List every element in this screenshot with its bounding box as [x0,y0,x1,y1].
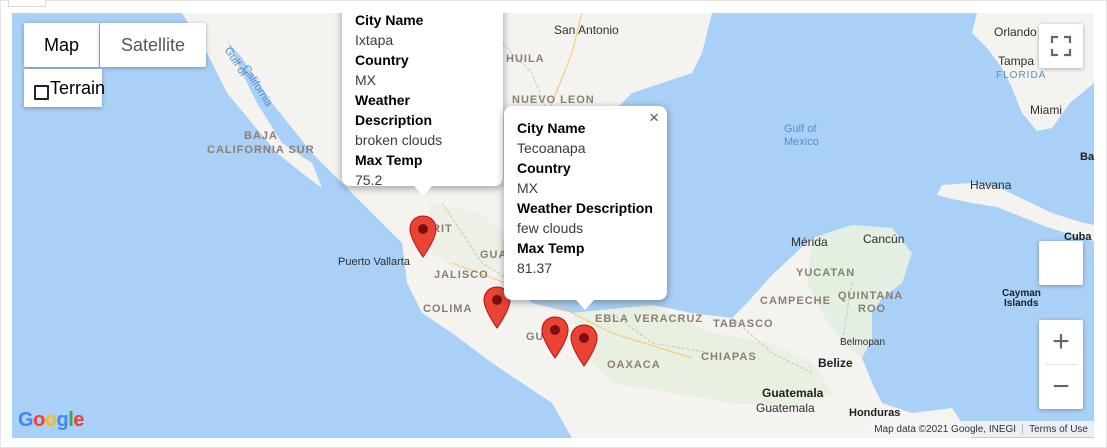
popup-temp-label: Max Temp [517,240,585,256]
label-puebla: EBLA [595,313,629,325]
terrain-checkbox[interactable] [34,85,49,100]
popup-temp-label: Max Temp [355,152,423,168]
label-puerto-vallarta: Puerto Vallarta [338,256,410,268]
fullscreen-icon [1050,35,1072,57]
label-orlando: Orlando [994,25,1037,39]
label-belize: Belize [818,356,853,370]
info-window-tecoanapa: × City Name Tecoanapa Country MX Weather… [504,106,667,310]
fullscreen-button[interactable] [1039,24,1083,68]
label-cancun: Cancún [863,232,905,246]
map-data-attribution: Map data ©2021 Google, INEGI [874,423,1017,435]
label-roo: ROO [858,303,887,315]
label-havana: Havana [970,178,1012,192]
label-san-antonio: San Antonio [554,23,619,37]
label-nuevo-leon: NUEVO LEON [512,94,595,106]
label-guatemala-city: Guatemala [756,401,815,415]
label-gulf-of-mexico-1: Gulf of [784,123,817,135]
label-miami: Miami [1030,103,1062,117]
street-view-button[interactable] [1039,241,1083,285]
map-pin-icon[interactable] [541,316,569,359]
label-belmopan: Belmopan [840,337,886,348]
label-colima: COLIMA [423,303,473,315]
popup-country-value: MX [355,72,376,88]
label-campeche: CAMPECHE [760,295,831,307]
label-merida: Mérida [791,235,828,249]
label-oaxaca: OAXACA [607,359,661,371]
label-guatemala-country: Guatemala [762,386,824,400]
label-baja: BAJA [244,130,278,142]
label-quintana: QUINTANA [838,290,904,302]
zoom-out-icon[interactable]: − [1039,365,1083,409]
top-stub [8,0,46,7]
label-bahamas: Bal [1080,151,1094,163]
terrain-label: Terrain [50,78,106,98]
label-gulf-of-mexico-2: Mexico [784,136,819,148]
popup-country-value: MX [517,180,538,196]
label-honduras: Honduras [849,407,901,419]
popup-weather-label: Weather Description [355,92,433,128]
label-chiapas: CHIAPAS [701,351,757,363]
google-logo[interactable]: Google [18,409,84,432]
popup-weather-value: broken clouds [355,132,443,148]
map-canvas[interactable]: San Antonio Orlando Tampa FLORIDA Miami … [12,13,1094,438]
popup-weather-value: few clouds [517,220,584,236]
label-yucatan: YUCATAN [796,267,856,279]
terms-of-use-link[interactable]: Terms of Use [1023,424,1094,435]
popup-country-label: Country [355,52,409,68]
popup-tail [414,186,432,196]
map-type-satellite-button[interactable]: Satellite [100,23,206,67]
popup-country-label: Country [517,160,571,176]
zoom-control: + − [1039,320,1083,409]
label-veracruz: VERACRUZ [634,313,704,325]
label-tabasco: TABASCO [713,318,774,330]
popup-city-label: City Name [355,13,424,28]
popup-city-label: City Name [517,120,586,136]
popup-tail [576,300,594,310]
popup-city-value: Ixtapa [355,32,394,48]
popup-temp-value: 81.37 [517,260,553,276]
popup-city-value: Tecoanapa [517,140,586,156]
label-florida: FLORIDA [996,70,1047,81]
close-icon[interactable]: × [649,109,659,127]
label-tampa: Tampa [998,54,1035,68]
map-type-map-button[interactable]: Map [24,23,99,67]
label-jalisco: JALISCO [434,269,489,281]
info-window-ixtapa: City Name Ixtapa Country MX Weather Desc… [342,13,503,196]
label-coahuila: HUILA [506,53,545,65]
label-california-sur: CALIFORNIA SUR [207,144,315,156]
popup-weather-label: Weather Description [517,200,653,216]
map-pin-icon[interactable] [570,324,598,367]
label-islands: Islands [1004,298,1039,309]
map-attribution: Map data ©2021 Google, INEGI Terms of Us… [868,421,1094,437]
map-pin-icon[interactable] [409,215,437,258]
terrain-option[interactable]: Terrain [24,69,106,107]
zoom-in-icon[interactable]: + [1039,320,1083,364]
